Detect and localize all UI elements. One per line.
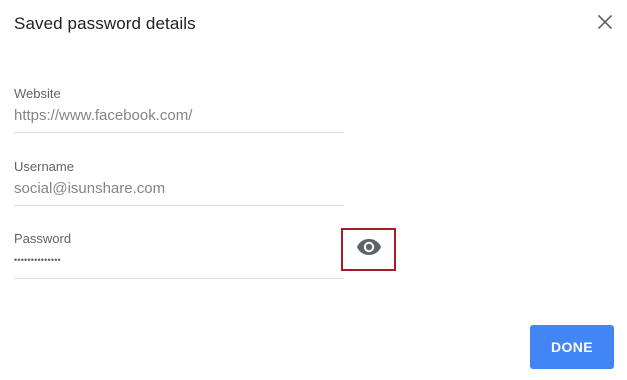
password-label: Password [14, 231, 72, 246]
website-value[interactable]: https://www.facebook.com/ [14, 107, 192, 124]
eye-icon [356, 238, 382, 261]
website-field[interactable]: Website https://www.facebook.com/ [14, 86, 344, 133]
password-field[interactable]: Password •••••••••••••• [14, 231, 344, 279]
saved-password-dialog: Saved password details Website https://w… [0, 0, 627, 380]
username-label: Username [14, 159, 74, 174]
close-button[interactable] [594, 13, 616, 35]
done-button[interactable]: DONE [530, 325, 614, 369]
username-field[interactable]: Username social@isunshare.com [14, 159, 344, 206]
show-password-button[interactable] [341, 228, 396, 271]
dialog-title: Saved password details [14, 14, 196, 33]
close-icon [597, 14, 613, 34]
website-label: Website [14, 86, 61, 101]
password-value[interactable]: •••••••••••••• [14, 255, 61, 265]
username-value[interactable]: social@isunshare.com [14, 180, 165, 197]
